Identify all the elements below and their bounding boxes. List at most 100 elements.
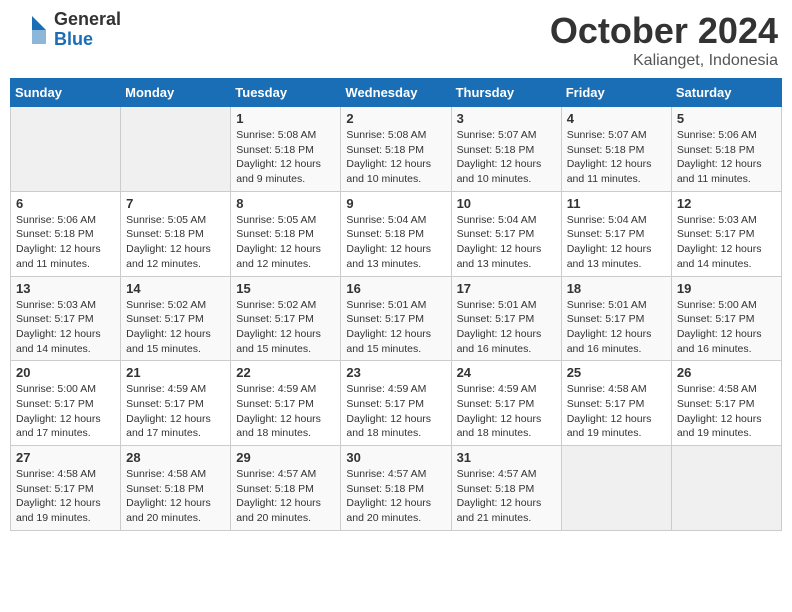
calendar-cell: 28Sunrise: 4:58 AMSunset: 5:18 PMDayligh… [121,446,231,531]
day-info: Sunrise: 5:02 AMSunset: 5:17 PMDaylight:… [126,298,225,357]
day-info: Sunrise: 5:01 AMSunset: 5:17 PMDaylight:… [457,298,556,357]
day-number: 30 [346,450,445,465]
day-number: 22 [236,365,335,380]
calendar-cell: 22 Sunrise: 4:59 AMSunset: 5:17 PMDayligh… [231,361,341,446]
calendar-title: October 2024 [550,10,778,52]
calendar-cell: 3Sunrise: 5:07 AMSunset: 5:18 PMDaylight… [451,107,561,192]
calendar-week-3: 13 Sunrise: 5:03 AMSunset: 5:17 PMDayligh… [11,276,782,361]
day-info: Sunrise: 5:00 AMSunset: 5:17 PMDaylight:… [677,298,776,357]
calendar-body: 1 Sunrise: 5:08 AMSunset: 5:18 PMDaylight… [11,107,782,531]
calendar-cell: 11 Sunrise: 5:04 AMSunset: 5:17 PMDayligh… [561,191,671,276]
day-number: 16 [346,281,445,296]
calendar-week-4: 20Sunrise: 5:00 AMSunset: 5:17 PMDayligh… [11,361,782,446]
day-number: 27 [16,450,115,465]
day-info: Sunrise: 4:59 AMSunset: 5:17 PMDaylight:… [236,382,335,441]
day-number: 4 [567,111,666,126]
logo-text: General Blue [54,10,121,50]
day-number: 17 [457,281,556,296]
weekday-row: SundayMondayTuesdayWednesdayThursdayFrid… [11,79,782,107]
day-info: Sunrise: 5:06 AMSunset: 5:18 PMDaylight:… [16,213,115,272]
day-info: Sunrise: 5:05 AMSunset: 5:18 PMDaylight:… [236,213,335,272]
calendar-week-2: 6 Sunrise: 5:06 AMSunset: 5:18 PMDaylight… [11,191,782,276]
title-block: October 2024 Kalianget, Indonesia [550,10,778,70]
calendar-cell: 4 Sunrise: 5:07 AMSunset: 5:18 PMDaylight… [561,107,671,192]
day-number: 31 [457,450,556,465]
day-info: Sunrise: 4:58 AMSunset: 5:17 PMDaylight:… [567,382,666,441]
calendar-cell: 30 Sunrise: 4:57 AMSunset: 5:18 PMDayligh… [341,446,451,531]
day-info: Sunrise: 4:57 AMSunset: 5:18 PMDaylight:… [346,467,445,526]
day-info: Sunrise: 4:59 AMSunset: 5:17 PMDaylight:… [126,382,225,441]
calendar-cell: 10 Sunrise: 5:04 AMSunset: 5:17 PMDayligh… [451,191,561,276]
calendar-cell: 31 Sunrise: 4:57 AMSunset: 5:18 PMDayligh… [451,446,561,531]
day-number: 18 [567,281,666,296]
day-info: Sunrise: 5:07 AMSunset: 5:18 PMDaylight:… [567,128,666,187]
day-number: 1 [236,111,335,126]
day-number: 2 [346,111,445,126]
day-number: 6 [16,196,115,211]
calendar-cell: 23 Sunrise: 4:59 AMSunset: 5:17 PMDayligh… [341,361,451,446]
day-number: 19 [677,281,776,296]
weekday-header-saturday: Saturday [671,79,781,107]
calendar-cell: 20Sunrise: 5:00 AMSunset: 5:17 PMDayligh… [11,361,121,446]
day-info: Sunrise: 4:57 AMSunset: 5:18 PMDaylight:… [457,467,556,526]
day-info: Sunrise: 5:02 AMSunset: 5:17 PMDaylight:… [236,298,335,357]
day-info: Sunrise: 4:59 AMSunset: 5:17 PMDaylight:… [346,382,445,441]
weekday-header-thursday: Thursday [451,79,561,107]
day-info: Sunrise: 5:03 AMSunset: 5:17 PMDaylight:… [677,213,776,272]
calendar-week-1: 1 Sunrise: 5:08 AMSunset: 5:18 PMDaylight… [11,107,782,192]
calendar-cell: 8 Sunrise: 5:05 AMSunset: 5:18 PMDaylight… [231,191,341,276]
calendar-cell: 29Sunrise: 4:57 AMSunset: 5:18 PMDayligh… [231,446,341,531]
day-number: 10 [457,196,556,211]
day-info: Sunrise: 5:08 AMSunset: 5:18 PMDaylight:… [346,128,445,187]
day-info: Sunrise: 5:04 AMSunset: 5:18 PMDaylight:… [346,213,445,272]
calendar-cell: 19 Sunrise: 5:00 AMSunset: 5:17 PMDayligh… [671,276,781,361]
calendar-cell [671,446,781,531]
calendar-cell: 26Sunrise: 4:58 AMSunset: 5:17 PMDayligh… [671,361,781,446]
calendar-cell: 2 Sunrise: 5:08 AMSunset: 5:18 PMDaylight… [341,107,451,192]
day-number: 8 [236,196,335,211]
day-number: 7 [126,196,225,211]
logo-icon [14,12,50,48]
calendar-cell: 7 Sunrise: 5:05 AMSunset: 5:18 PMDaylight… [121,191,231,276]
weekday-header-wednesday: Wednesday [341,79,451,107]
calendar-header: SundayMondayTuesdayWednesdayThursdayFrid… [11,79,782,107]
day-number: 13 [16,281,115,296]
calendar-cell: 1 Sunrise: 5:08 AMSunset: 5:18 PMDaylight… [231,107,341,192]
weekday-header-friday: Friday [561,79,671,107]
day-info: Sunrise: 5:08 AMSunset: 5:18 PMDaylight:… [236,128,335,187]
day-number: 15 [236,281,335,296]
day-info: Sunrise: 5:07 AMSunset: 5:18 PMDaylight:… [457,128,556,187]
calendar-cell [561,446,671,531]
weekday-header-sunday: Sunday [11,79,121,107]
day-info: Sunrise: 5:03 AMSunset: 5:17 PMDaylight:… [16,298,115,357]
day-info: Sunrise: 4:59 AMSunset: 5:17 PMDaylight:… [457,382,556,441]
day-info: Sunrise: 5:04 AMSunset: 5:17 PMDaylight:… [457,213,556,272]
day-number: 24 [457,365,556,380]
calendar-cell: 24 Sunrise: 4:59 AMSunset: 5:17 PMDayligh… [451,361,561,446]
logo: General Blue [14,10,121,50]
day-info: Sunrise: 5:04 AMSunset: 5:17 PMDaylight:… [567,213,666,272]
calendar-cell: 15 Sunrise: 5:02 AMSunset: 5:17 PMDayligh… [231,276,341,361]
calendar-week-5: 27Sunrise: 4:58 AMSunset: 5:17 PMDayligh… [11,446,782,531]
day-number: 23 [346,365,445,380]
weekday-header-monday: Monday [121,79,231,107]
calendar-cell: 14 Sunrise: 5:02 AMSunset: 5:17 PMDayligh… [121,276,231,361]
day-info: Sunrise: 5:05 AMSunset: 5:18 PMDaylight:… [126,213,225,272]
day-info: Sunrise: 5:01 AMSunset: 5:17 PMDaylight:… [346,298,445,357]
day-info: Sunrise: 5:01 AMSunset: 5:17 PMDaylight:… [567,298,666,357]
calendar-cell: 27Sunrise: 4:58 AMSunset: 5:17 PMDayligh… [11,446,121,531]
calendar-cell: 16 Sunrise: 5:01 AMSunset: 5:17 PMDayligh… [341,276,451,361]
day-number: 11 [567,196,666,211]
calendar-subtitle: Kalianget, Indonesia [550,52,778,70]
calendar-cell: 9Sunrise: 5:04 AMSunset: 5:18 PMDaylight… [341,191,451,276]
day-number: 28 [126,450,225,465]
calendar-cell: 13 Sunrise: 5:03 AMSunset: 5:17 PMDayligh… [11,276,121,361]
day-number: 12 [677,196,776,211]
day-info: Sunrise: 5:00 AMSunset: 5:17 PMDaylight:… [16,382,115,441]
weekday-header-tuesday: Tuesday [231,79,341,107]
day-info: Sunrise: 5:06 AMSunset: 5:18 PMDaylight:… [677,128,776,187]
day-number: 21 [126,365,225,380]
calendar-cell: 17 Sunrise: 5:01 AMSunset: 5:17 PMDayligh… [451,276,561,361]
day-number: 14 [126,281,225,296]
calendar-cell: 25Sunrise: 4:58 AMSunset: 5:17 PMDayligh… [561,361,671,446]
